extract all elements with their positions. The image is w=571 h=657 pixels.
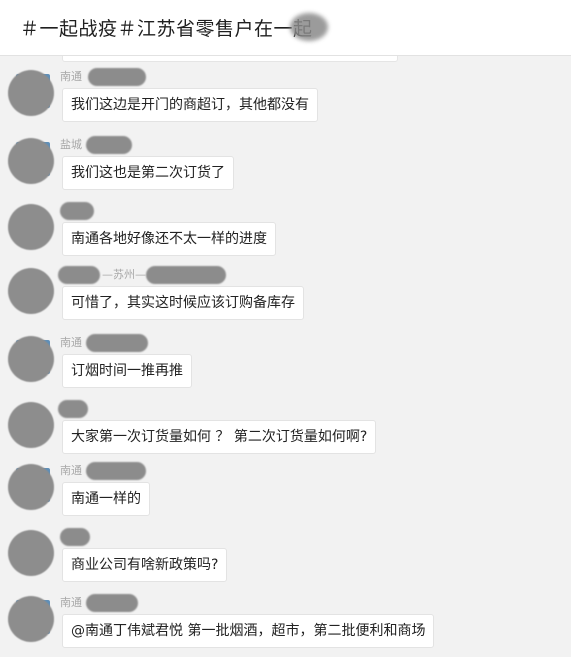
avatar-redacted[interactable]: [8, 464, 54, 510]
avatar-redacted[interactable]: [8, 70, 54, 116]
sender-name: —苏州—: [102, 268, 146, 281]
message-row: 南通各地好像还不太一样的进度: [0, 202, 571, 270]
message-bubble[interactable]: 我们这边是开门的商超订，其他都没有: [62, 88, 318, 122]
sender-name: 南通: [60, 336, 82, 349]
message-bubble[interactable]: 可惜了，其实这时候应该订购备库存: [62, 286, 304, 320]
message-bubble[interactable]: 大家第一次订货量如何 ？ 第二次订货量如何啊?: [62, 420, 377, 454]
avatar-redacted[interactable]: [8, 268, 54, 314]
chat-header: ＃一起战疫＃江苏省零售户在一起: [0, 0, 571, 56]
message-bubble[interactable]: 商业公司有啥新政策吗?: [62, 548, 228, 582]
name-redaction: [60, 528, 90, 546]
message-bubble[interactable]: 南通一样的: [62, 482, 150, 516]
name-redaction: [58, 266, 100, 284]
message-bubble[interactable]: 我们这也是第二次订货了: [62, 156, 234, 190]
message-row: 南通 南通一样的: [0, 462, 571, 530]
message-bubble[interactable]: 订烟时间一推再推: [62, 354, 192, 388]
message-row: 大家第一次订货量如何 ？ 第二次订货量如何啊?: [0, 400, 571, 468]
sender-name: 盐城: [60, 138, 82, 151]
message-row: —苏州— 可惜了，其实这时候应该订购备库存: [0, 266, 571, 334]
avatar-redacted[interactable]: [8, 336, 54, 382]
name-redaction: [58, 400, 88, 418]
name-redaction: [146, 266, 226, 284]
name-redaction: [60, 202, 94, 220]
avatar-redacted[interactable]: [8, 138, 54, 184]
avatar-redacted[interactable]: [8, 596, 54, 642]
message-list[interactable]: 南通 我们这边是开门的商超订，其他都没有 盐城 我们这也是第二次订货了 南通各地…: [0, 56, 571, 657]
message-row: 南通 订烟时间一推再推: [0, 334, 571, 402]
name-redaction: [86, 334, 148, 352]
title-redaction: [290, 13, 328, 41]
avatar-redacted[interactable]: [8, 204, 54, 250]
message-row: 南通 我们这边是开门的商超订，其他都没有: [0, 68, 571, 136]
sender-name: 南通: [60, 596, 82, 609]
chat-title: ＃一起战疫＃江苏省零售户在一起: [20, 18, 313, 40]
message-row: 盐城 我们这也是第二次订货了: [0, 136, 571, 204]
message-row: 商业公司有啥新政策吗?: [0, 528, 571, 596]
message-bubble[interactable]: @南通丁伟斌君悦 第一批烟酒，超市，第二批便利和商场: [62, 614, 435, 648]
sender-name: 南通: [60, 70, 82, 83]
name-redaction: [86, 462, 146, 480]
message-bubble[interactable]: 南通各地好像还不太一样的进度: [62, 222, 276, 256]
sender-name: 南通: [60, 464, 82, 477]
name-redaction: [88, 68, 146, 86]
avatar-redacted[interactable]: [8, 402, 54, 448]
name-redaction: [86, 136, 132, 154]
name-redaction: [86, 594, 138, 612]
avatar-redacted[interactable]: [8, 530, 54, 576]
message-row: 南通 @南通丁伟斌君悦 第一批烟酒，超市，第二批便利和商场: [0, 594, 571, 657]
